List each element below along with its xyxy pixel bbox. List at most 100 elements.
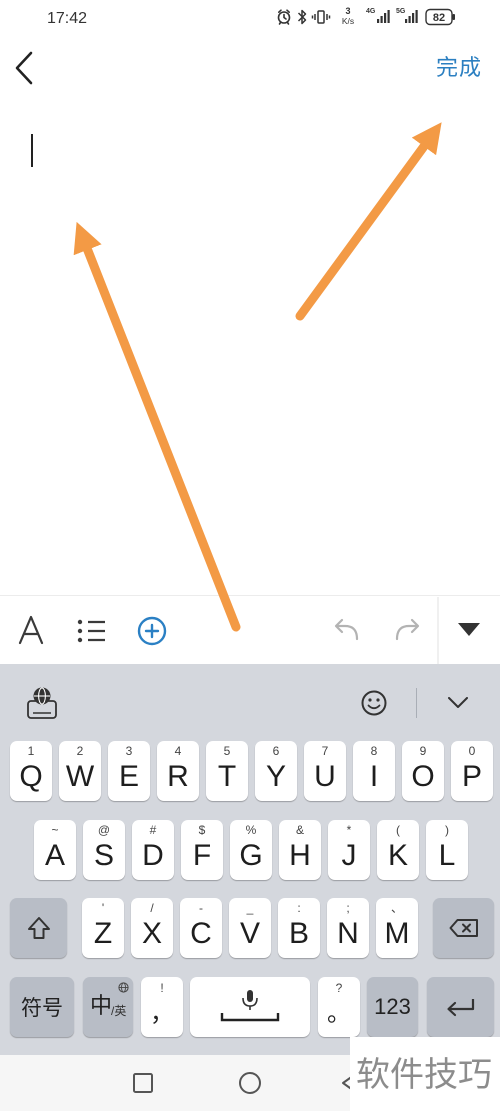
key-hint: 6 bbox=[272, 744, 280, 758]
recent-apps-icon[interactable] bbox=[133, 1073, 153, 1093]
key-label: N bbox=[337, 917, 359, 950]
keyboard-row-3: ' Z / X - C _ V: B; N、 M bbox=[82, 898, 418, 958]
comma-key[interactable]: ! ， bbox=[141, 977, 183, 1037]
enter-key[interactable] bbox=[427, 977, 494, 1037]
key-e[interactable]: 3E bbox=[108, 741, 150, 801]
back-button[interactable] bbox=[10, 48, 40, 88]
key-label: P bbox=[461, 760, 482, 793]
key-u[interactable]: 7U bbox=[304, 741, 346, 801]
comma-key-hint: ! bbox=[160, 981, 164, 995]
key-hint: $ bbox=[198, 823, 206, 837]
key-label: L bbox=[438, 839, 456, 872]
key-r[interactable]: 4R bbox=[157, 741, 199, 801]
key-hint: 3 bbox=[125, 744, 133, 758]
key-s[interactable]: @ S bbox=[83, 820, 125, 880]
key-hint: # bbox=[149, 823, 157, 837]
collapse-toolbar-icon[interactable] bbox=[458, 623, 480, 636]
key-label: G bbox=[239, 839, 263, 872]
numbers-key[interactable]: 123 bbox=[367, 977, 418, 1037]
microphone-icon bbox=[220, 990, 280, 1022]
key-label: U bbox=[314, 760, 336, 793]
numbers-key-label: 123 bbox=[374, 994, 411, 1019]
key-hint: 9 bbox=[419, 744, 427, 758]
sim2-network-label: 5G bbox=[396, 8, 406, 15]
key-label: A bbox=[44, 839, 65, 872]
shift-icon bbox=[27, 917, 50, 939]
key-hint: ' bbox=[101, 901, 105, 915]
bluetooth-icon bbox=[297, 9, 307, 25]
key-q[interactable]: 1Q bbox=[10, 741, 52, 801]
key-i[interactable]: 8I bbox=[353, 741, 395, 801]
key-o[interactable]: 9O bbox=[402, 741, 444, 801]
key-label: Q bbox=[19, 760, 43, 793]
key-l[interactable]: ) L bbox=[426, 820, 468, 880]
sim1-network-label: 4G bbox=[366, 8, 376, 15]
undo-icon[interactable] bbox=[334, 618, 359, 641]
bulleted-list-icon[interactable] bbox=[77, 619, 105, 643]
symbols-key-label: 符号 bbox=[21, 997, 63, 1020]
key-label: C bbox=[190, 917, 212, 950]
space-key[interactable] bbox=[190, 977, 310, 1037]
keyboard: 1Q2W3E4R5T6Y7U8I9O0P ~ A @ S # D $ F% G & H * J(K) L … bbox=[0, 664, 500, 1055]
key-m[interactable]: 、 M bbox=[376, 898, 418, 958]
vibrate-icon bbox=[311, 10, 331, 24]
key-label: F bbox=[192, 839, 212, 872]
home-icon[interactable] bbox=[239, 1072, 261, 1094]
key-n[interactable]: ; N bbox=[327, 898, 369, 958]
hide-keyboard-icon[interactable] bbox=[448, 697, 468, 709]
key-p[interactable]: 0P bbox=[451, 741, 493, 801]
symbols-key[interactable]: 符号 bbox=[10, 977, 74, 1037]
enter-icon bbox=[446, 999, 474, 1017]
signal-icon bbox=[405, 10, 418, 23]
keyboard-settings-icon[interactable] bbox=[26, 686, 58, 720]
key-d[interactable]: # D bbox=[132, 820, 174, 880]
key-c[interactable]: -C bbox=[180, 898, 222, 958]
add-circle-icon[interactable] bbox=[137, 616, 167, 646]
period-key[interactable]: ? 。 bbox=[318, 977, 360, 1037]
space-bar-icon bbox=[220, 1013, 280, 1022]
keyboard-topbar-divider bbox=[416, 688, 417, 718]
key-x[interactable]: / X bbox=[131, 898, 173, 958]
key-h[interactable]: & H bbox=[279, 820, 321, 880]
period-key-label: 。 bbox=[327, 1000, 351, 1027]
annotation-arrow bbox=[73, 221, 241, 632]
key-w[interactable]: 2W bbox=[59, 741, 101, 801]
key-label: T bbox=[217, 760, 237, 793]
delete-key[interactable] bbox=[433, 898, 494, 958]
shift-key[interactable] bbox=[10, 898, 67, 958]
language-switch-key[interactable]: 中 /英 bbox=[83, 977, 133, 1037]
key-hint: 0 bbox=[468, 744, 476, 758]
key-v[interactable]: _ V bbox=[229, 898, 271, 958]
key-b[interactable]: :B bbox=[278, 898, 320, 958]
key-hint: _ bbox=[246, 901, 254, 915]
key-label: Y bbox=[265, 760, 286, 793]
key-f[interactable]: $ F bbox=[181, 820, 223, 880]
key-label: D bbox=[142, 839, 164, 872]
key-t[interactable]: 5T bbox=[206, 741, 248, 801]
key-hint: ~ bbox=[51, 823, 59, 837]
emoji-icon[interactable] bbox=[361, 690, 387, 716]
key-y[interactable]: 6Y bbox=[255, 741, 297, 801]
key-g[interactable]: % G bbox=[230, 820, 272, 880]
key-a[interactable]: ~ A bbox=[34, 820, 76, 880]
text-format-icon[interactable] bbox=[18, 615, 44, 645]
key-hint: 8 bbox=[370, 744, 378, 758]
key-label: M bbox=[384, 917, 410, 950]
chevron-left-icon bbox=[15, 51, 33, 85]
key-hint: 2 bbox=[76, 744, 84, 758]
done-button[interactable]: 完成 bbox=[436, 56, 482, 80]
key-label: E bbox=[118, 760, 139, 793]
key-hint: ) bbox=[445, 823, 449, 837]
annotation-arrow bbox=[295, 122, 442, 321]
redo-icon[interactable] bbox=[395, 618, 420, 641]
key-k[interactable]: (K bbox=[377, 820, 419, 880]
signal-icon bbox=[377, 10, 390, 23]
text-cursor[interactable] bbox=[31, 134, 33, 167]
key-hint: 1 bbox=[27, 744, 35, 758]
key-hint: 4 bbox=[174, 744, 182, 758]
key-z[interactable]: ' Z bbox=[82, 898, 124, 958]
key-j[interactable]: * J bbox=[328, 820, 370, 880]
key-label: W bbox=[65, 760, 95, 793]
language-sub-label: /英 bbox=[111, 1004, 127, 1018]
net-speed-unit: K/s bbox=[342, 16, 354, 26]
